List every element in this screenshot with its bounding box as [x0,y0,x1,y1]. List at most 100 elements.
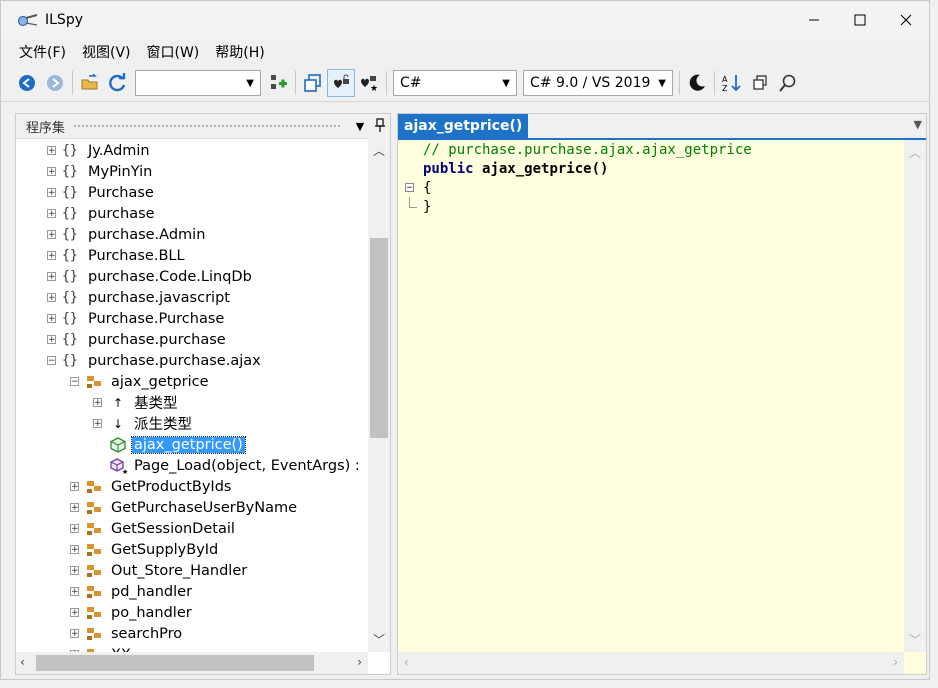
back-button[interactable] [13,69,41,97]
open-window-button[interactable] [746,69,774,97]
expand-icon[interactable]: + [47,272,56,282]
language-combo[interactable]: C# ▼ [393,70,517,96]
pin-icon[interactable] [370,117,390,135]
expand-icon[interactable]: + [47,188,56,198]
namespace-icon: {} [62,227,78,242]
scroll-right-icon[interactable]: › [357,655,362,669]
tree-node-class[interactable]: + pd_handler [16,581,368,602]
tree-node-namespace[interactable]: + {} Purchase [16,182,368,203]
tree-node-class[interactable]: + GetSessionDetail [16,518,368,539]
scroll-down-icon[interactable]: ﹀ [373,631,385,648]
scroll-right-icon[interactable]: › [893,655,898,669]
tree-node-namespace[interactable]: −{} purchase.purchase.ajax [16,350,368,371]
scroll-left-icon[interactable]: ‹ [20,655,25,669]
tree-node-class[interactable]: + GetPurchaseUserByName [16,497,368,518]
toolbar-separator [386,71,387,95]
tree-node-class[interactable]: − ajax_getprice [16,371,368,392]
tree-node-namespace[interactable]: + {} purchase.Admin [16,224,368,245]
expand-icon[interactable]: + [47,167,56,177]
theme-toggle-button[interactable] [683,69,711,97]
menu-window[interactable]: 窗口(W) [139,42,208,62]
editor-horizontal-scrollbar[interactable]: ‹ › [398,652,904,674]
tree-node-namespace[interactable]: + {} purchase [16,203,368,224]
minimize-button[interactable] [791,1,837,39]
menu-help[interactable]: 帮助(H) [207,42,272,62]
tree-node-class[interactable]: + GetSupplyById [16,539,368,560]
collapse-icon[interactable]: − [70,377,79,387]
scroll-up-icon[interactable]: ︿ [909,144,921,161]
expand-icon[interactable]: + [47,209,56,219]
expand-icon[interactable]: + [47,251,56,261]
tree-node-class[interactable]: + searchPro [16,623,368,644]
tree-node-base-types[interactable]: + ↑ 基类型 [16,392,368,413]
expand-icon[interactable]: + [47,146,56,156]
expand-icon[interactable]: + [70,629,79,639]
scroll-left-icon[interactable]: ‹ [404,655,409,669]
tree-node-method[interactable]: ajax_getprice() [16,434,368,455]
assembly-tree-panel: 程序集 ▼ + {} Jy.Admin + {} MyPinYin + {} Purchas… [15,113,391,675]
language-version-combo[interactable]: C# 9.0 / VS 2019 ▼ [523,70,673,96]
tree-vertical-scrollbar[interactable]: ︿ ﹀ [368,138,390,652]
expand-icon[interactable]: + [70,524,79,534]
close-button[interactable] [883,1,929,39]
tree-node-class[interactable]: + GetProductByIds [16,476,368,497]
manage-assembly-lists-button[interactable] [264,69,292,97]
derived-types-icon: ↓ [112,416,124,431]
expand-icon[interactable]: + [70,503,79,513]
scroll-down-icon[interactable]: ﹀ [909,631,921,648]
tree-node-namespace[interactable]: + {} Jy.Admin [16,140,368,161]
tree-node-namespace[interactable]: + {} Purchase.BLL [16,245,368,266]
tree-node-namespace[interactable]: + {} purchase.purchase [16,329,368,350]
tree-node-label: Out_Store_Handler [111,562,248,579]
code-editor[interactable]: // purchase.purchase.ajax.ajax_getprice … [398,140,904,652]
tree-horizontal-scrollbar[interactable]: ‹ › [16,652,368,674]
code-line: public ajax_getprice() [398,159,904,178]
expand-icon[interactable]: + [47,230,56,240]
tree-node-derived-types[interactable]: + ↓ 派生类型 [16,413,368,434]
panel-dropdown-icon[interactable]: ▼ [350,120,370,133]
reload-button[interactable] [104,69,132,97]
expand-icon[interactable]: + [47,314,56,324]
tree-node-label: purchase.Code.LinqDb [88,268,252,285]
expand-icon[interactable]: + [47,293,56,303]
menu-view[interactable]: 视图(V) [74,42,139,62]
assembly-list-combo[interactable]: ▼ [135,70,261,96]
tree-node-class[interactable]: + XX [16,644,368,652]
menu-file[interactable]: 文件(F) [11,42,74,62]
expand-icon[interactable]: + [70,545,79,555]
open-button[interactable] [76,69,104,97]
tree-node-method[interactable]: ★ Page_Load(object, EventArgs) : [16,455,368,476]
search-icon [779,74,796,92]
sort-button[interactable]: AZ [718,69,746,97]
tab-ajax-getprice[interactable]: ajax_getprice() [398,114,529,138]
tree-node-namespace[interactable]: + {} Purchase.Purchase [16,308,368,329]
collapse-all-button[interactable] [299,69,327,97]
search-button[interactable] [774,69,802,97]
tab-list-dropdown-icon[interactable]: ▼ [914,118,922,131]
tree-node-namespace[interactable]: + {} purchase.javascript [16,287,368,308]
expand-icon[interactable]: + [47,335,56,345]
forward-button[interactable] [41,69,69,97]
scroll-thumb[interactable] [370,238,388,438]
tree-node-namespace[interactable]: + {} MyPinYin [16,161,368,182]
close-icon [900,14,912,26]
namespace-icon: {} [62,164,78,179]
tree-node-class[interactable]: + Out_Store_Handler [16,560,368,581]
expand-icon[interactable]: + [70,587,79,597]
show-all-button[interactable]: ★ [355,69,383,97]
scroll-up-icon[interactable]: ︿ [373,142,385,159]
maximize-button[interactable] [837,1,883,39]
fold-collapse-icon[interactable]: − [405,183,414,193]
expand-icon[interactable]: + [70,566,79,576]
scroll-thumb[interactable] [36,655,314,671]
expand-icon[interactable]: + [70,608,79,618]
namespace-icon: {} [62,185,78,200]
expand-icon[interactable]: + [70,482,79,492]
tree-node-class[interactable]: + po_handler [16,602,368,623]
tree-node-namespace[interactable]: + {} purchase.Code.LinqDb [16,266,368,287]
expand-icon[interactable]: + [93,398,102,408]
show-internal-button[interactable] [327,69,355,97]
collapse-icon[interactable]: − [47,356,56,366]
editor-vertical-scrollbar[interactable]: ︿ ﹀ [904,140,926,652]
expand-icon[interactable]: + [93,419,102,429]
